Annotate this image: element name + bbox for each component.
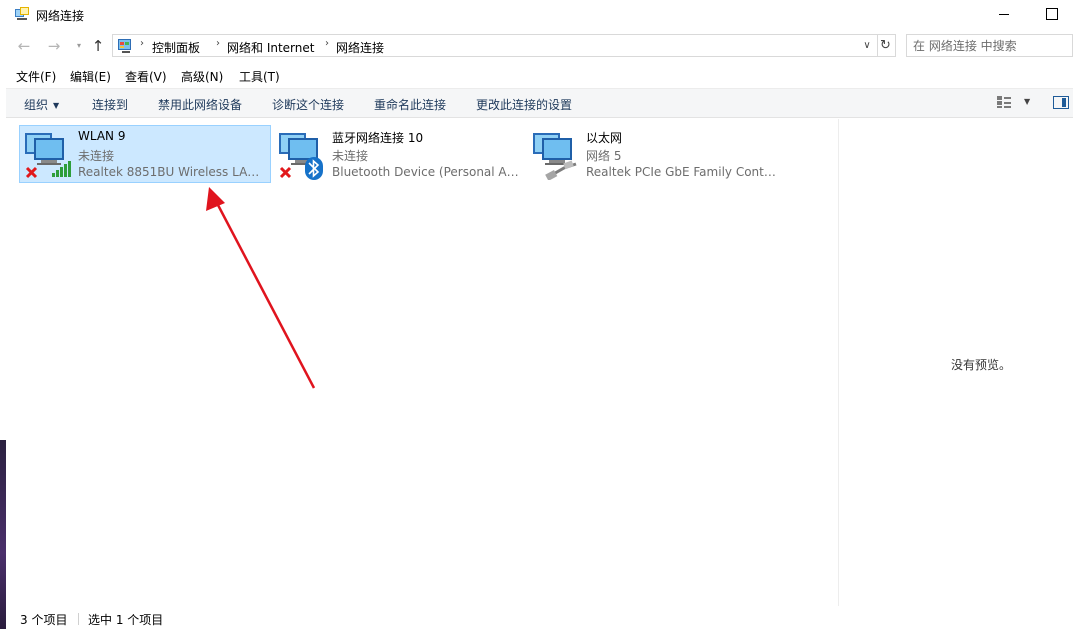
menu-view[interactable]: 查看(V) xyxy=(125,68,167,85)
wifi-adapter-icon xyxy=(25,133,71,179)
chevron-right-icon[interactable]: › xyxy=(216,38,220,49)
status-bar: 3 个项目 选中 1 个项目 xyxy=(6,606,1073,629)
menu-bar: 文件(F) 编辑(E) 查看(V) 高级(N) 工具(T) xyxy=(6,64,1073,86)
title-bar: 网络连接 xyxy=(6,0,1073,30)
breadcrumb-network-internet[interactable]: 网络和 Internet xyxy=(227,39,314,56)
caret-down-icon: ▼ xyxy=(53,101,60,110)
connection-tile-wlan[interactable]: WLAN 9 未连接 Realtek 8851BU Wireless LAN 8… xyxy=(19,125,271,183)
connection-name: WLAN 9 xyxy=(78,129,126,143)
search-box[interactable] xyxy=(906,34,1073,57)
connection-name: 蓝牙网络连接 10 xyxy=(332,131,424,145)
refresh-icon[interactable]: ↻ xyxy=(876,34,896,57)
chevron-right-icon[interactable]: › xyxy=(325,38,329,49)
explorer-window: 网络连接 ← → ▾ ↑ › 控制面板 › 网络和 Internet › 网络连… xyxy=(6,0,1073,629)
control-panel-icon xyxy=(118,39,131,53)
forward-arrow-icon[interactable]: → xyxy=(44,36,64,56)
command-bar: 组织 ▼ 连接到 禁用此网络设备 诊断这个连接 重命名此连接 更改此连接的设置 ▼ xyxy=(6,88,1073,118)
back-arrow-icon[interactable]: ← xyxy=(14,36,34,56)
chevron-down-icon[interactable]: ∨ xyxy=(859,37,875,54)
preview-pane-icon[interactable] xyxy=(1053,96,1069,109)
connections-list: WLAN 9 未连接 Realtek 8851BU Wireless LAN 8… xyxy=(6,119,838,606)
connection-device: Realtek PCIe GbE Family Controller xyxy=(586,165,776,179)
connection-tile-bluetooth[interactable]: 蓝牙网络连接 10 未连接 Bluetooth Device (Personal… xyxy=(273,125,525,183)
navigation-bar: ← → ▾ ↑ › 控制面板 › 网络和 Internet › 网络连接 ∨ ↻ xyxy=(6,32,1073,60)
address-bar[interactable]: › 控制面板 › 网络和 Internet › 网络连接 ∨ xyxy=(112,34,878,57)
connection-device: Realtek 8851BU Wireless LAN 802.11ax USB… xyxy=(78,165,268,179)
network-connections-icon xyxy=(15,7,29,20)
breadcrumb-network-connections[interactable]: 网络连接 xyxy=(336,39,384,56)
connection-status: 未连接 xyxy=(78,149,115,163)
connection-status: 未连接 xyxy=(332,149,369,163)
selected-count: 选中 1 个项目 xyxy=(88,613,164,627)
view-options-chevron-icon[interactable]: ▼ xyxy=(1024,97,1030,106)
item-count: 3 个项目 xyxy=(20,613,68,627)
chevron-right-icon[interactable]: › xyxy=(140,38,144,49)
connection-tile-ethernet[interactable]: 以太网 网络 5 Realtek PCIe GbE Family Control… xyxy=(527,125,779,183)
menu-file[interactable]: 文件(F) xyxy=(16,68,56,85)
menu-edit[interactable]: 编辑(E) xyxy=(70,68,111,85)
up-arrow-icon[interactable]: ↑ xyxy=(88,36,108,56)
connection-device: Bluetooth Device (Personal Area Network) xyxy=(332,165,522,179)
connection-name: 以太网 xyxy=(586,131,623,145)
diagnose-button[interactable]: 诊断这个连接 xyxy=(272,96,344,113)
no-preview-text: 没有预览。 xyxy=(951,358,1012,372)
menu-advanced[interactable]: 高级(N) xyxy=(181,68,223,85)
ethernet-adapter-icon xyxy=(533,133,577,180)
rename-button[interactable]: 重命名此连接 xyxy=(374,96,446,113)
maximize-button[interactable] xyxy=(1027,0,1073,30)
status-divider xyxy=(78,613,79,625)
window-title: 网络连接 xyxy=(36,9,85,23)
minimize-button[interactable] xyxy=(981,0,1027,30)
annotation-arrow xyxy=(206,187,316,389)
disable-device-button[interactable]: 禁用此网络设备 xyxy=(158,96,242,113)
recent-locations-chevron-icon[interactable]: ▾ xyxy=(69,36,89,56)
connection-status: 网络 5 xyxy=(586,149,622,163)
search-input[interactable] xyxy=(913,37,1063,54)
bluetooth-adapter-icon xyxy=(279,133,323,180)
change-settings-button[interactable]: 更改此连接的设置 xyxy=(476,96,572,113)
connect-to-button[interactable]: 连接到 xyxy=(92,96,128,113)
organize-label: 组织 xyxy=(24,98,49,112)
preview-pane: 没有预览。 xyxy=(838,119,1073,606)
breadcrumb-control-panel[interactable]: 控制面板 xyxy=(152,39,200,56)
organize-button[interactable]: 组织 ▼ xyxy=(24,96,59,113)
menu-tools[interactable]: 工具(T) xyxy=(239,68,280,85)
change-view-icon[interactable] xyxy=(996,95,1012,109)
